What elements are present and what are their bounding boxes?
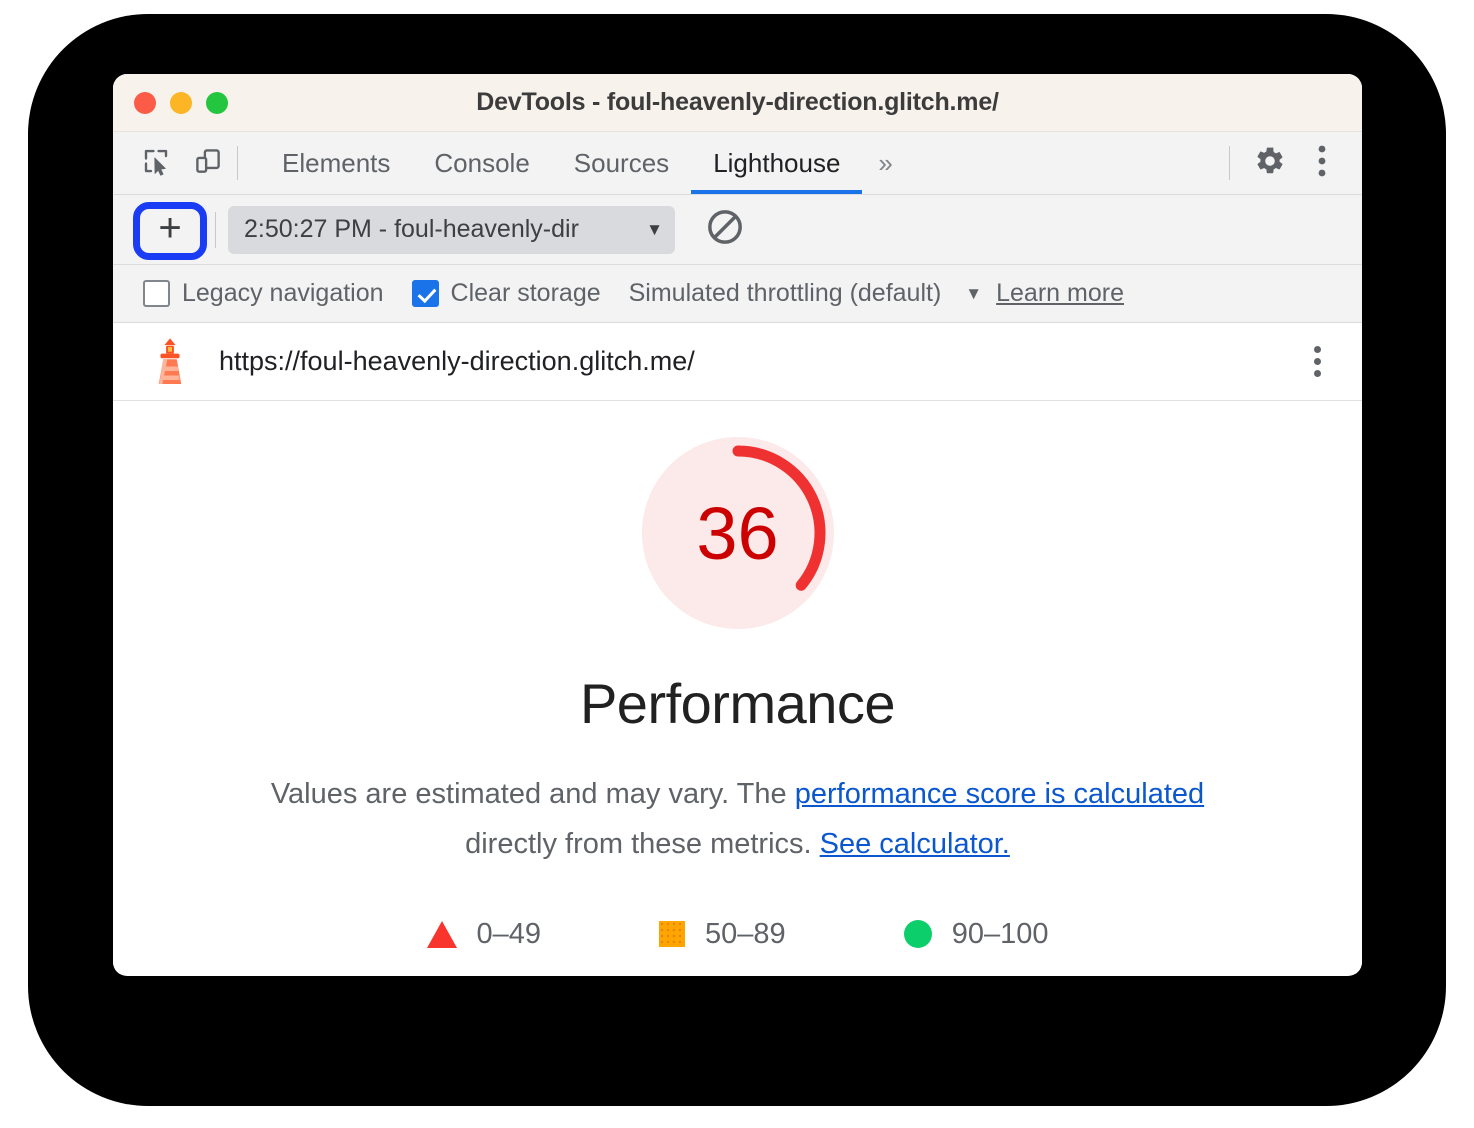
report-options-menu-button[interactable] xyxy=(1294,337,1340,387)
legacy-navigation-checkbox-group[interactable]: Legacy navigation xyxy=(143,279,384,308)
report-select-value: 2:50:27 PM - foul-heavenly-dir xyxy=(244,215,579,243)
devtools-main-menu-button[interactable] xyxy=(1298,139,1346,187)
device-toolbar-button[interactable] xyxy=(185,140,231,186)
lighthouse-run-toolbar: + 2:50:27 PM - foul-heavenly-dir ▼ xyxy=(113,195,1362,265)
window-titlebar: DevTools - foul-heavenly-direction.glitc… xyxy=(113,74,1362,132)
legend-label-poor: 0–49 xyxy=(476,917,542,950)
report-select-dropdown[interactable]: 2:50:27 PM - foul-heavenly-dir ▼ xyxy=(228,205,675,254)
legend-label-average: 50–89 xyxy=(705,917,786,950)
more-tabs-button[interactable]: » xyxy=(862,132,908,194)
chevron-down-icon[interactable]: ▼ xyxy=(965,284,982,304)
tab-console[interactable]: Console xyxy=(412,132,551,194)
no-entry-icon xyxy=(705,207,745,252)
tab-lighthouse[interactable]: Lighthouse xyxy=(691,132,863,194)
learn-more-link[interactable]: Learn more xyxy=(996,279,1124,308)
report-url-header: https://foul-heavenly-direction.glitch.m… xyxy=(113,323,1362,401)
tab-sources-label: Sources xyxy=(573,147,670,178)
clear-storage-checkbox-group[interactable]: Clear storage xyxy=(411,279,601,308)
inspect-element-button[interactable] xyxy=(133,140,179,186)
chevron-down-icon: ▼ xyxy=(646,219,663,239)
gear-icon xyxy=(1254,145,1286,182)
page-title: Performance xyxy=(579,672,896,735)
traffic-light-controls xyxy=(134,91,228,114)
lighthouse-icon xyxy=(143,335,197,389)
disclaimer-text-2: directly from these metrics. xyxy=(465,827,820,860)
tabstrip-divider xyxy=(1229,146,1230,180)
devtools-tool-buttons xyxy=(113,132,260,194)
triangle-icon xyxy=(426,920,457,948)
score-legend: 0–49 50–89 90–100 xyxy=(426,917,1049,951)
clear-storage-checkbox[interactable] xyxy=(411,280,439,307)
tab-console-label: Console xyxy=(434,147,530,178)
circle-icon xyxy=(903,920,932,949)
legacy-navigation-label: Legacy navigation xyxy=(182,279,384,307)
lighthouse-settings-row: Legacy navigation Clear storage Simulate… xyxy=(113,265,1362,323)
clear-reports-button[interactable] xyxy=(697,202,753,258)
square-icon xyxy=(659,921,686,948)
run-toolbar-divider xyxy=(215,211,216,248)
performance-score-gauge: 36 xyxy=(638,433,838,633)
devtools-window: DevTools - foul-heavenly-direction.glitc… xyxy=(113,74,1362,976)
performance-score-value: 36 xyxy=(696,491,779,575)
see-calculator-link[interactable]: See calculator. xyxy=(820,828,1010,860)
kebab-menu-icon xyxy=(1317,144,1327,183)
close-window-button[interactable] xyxy=(134,91,156,114)
toolbar-divider xyxy=(237,146,238,180)
minimize-window-button[interactable] xyxy=(170,91,192,114)
legend-item-good: 90–100 xyxy=(903,917,1049,951)
tabstrip-actions xyxy=(1229,132,1362,194)
panel-tabs: Elements Console Sources Lighthouse » xyxy=(260,132,1229,194)
performance-score-calculated-link[interactable]: performance score is calculated xyxy=(795,778,1204,810)
legend-item-average: 50–89 xyxy=(659,918,786,951)
throttling-method-label: Simulated throttling (default) xyxy=(628,279,942,307)
devtools-settings-button[interactable] xyxy=(1246,139,1294,187)
tab-lighthouse-label: Lighthouse xyxy=(713,147,841,178)
maximize-window-button[interactable] xyxy=(206,91,228,114)
devtools-tabstrip: Elements Console Sources Lighthouse » xyxy=(113,132,1362,195)
kebab-menu-icon xyxy=(1313,346,1321,353)
device-toolbar-icon xyxy=(193,146,223,181)
double-chevron-right-icon: » xyxy=(878,147,893,178)
legend-label-good: 90–100 xyxy=(951,917,1049,950)
kebab-menu-icon-dot xyxy=(1313,358,1321,365)
score-disclaimer: Values are estimated and may vary. The p… xyxy=(243,770,1233,870)
report-url: https://foul-heavenly-direction.glitch.m… xyxy=(219,346,695,376)
disclaimer-text-1: Values are estimated and may vary. The xyxy=(270,778,795,810)
clear-storage-label: Clear storage xyxy=(450,279,601,307)
lighthouse-report-body: 36 Performance Values are estimated and … xyxy=(113,401,1362,974)
tab-sources[interactable]: Sources xyxy=(552,132,691,194)
plus-icon: + xyxy=(158,206,182,250)
inspect-element-icon xyxy=(141,146,171,181)
legend-item-poor: 0–49 xyxy=(426,917,542,951)
kebab-menu-icon-dot xyxy=(1313,370,1321,377)
legacy-navigation-checkbox[interactable] xyxy=(143,280,170,307)
new-report-button[interactable]: + xyxy=(133,200,207,260)
tab-elements[interactable]: Elements xyxy=(260,132,412,194)
window-title: DevTools - foul-heavenly-direction.glitc… xyxy=(476,88,999,116)
tab-elements-label: Elements xyxy=(282,147,391,178)
